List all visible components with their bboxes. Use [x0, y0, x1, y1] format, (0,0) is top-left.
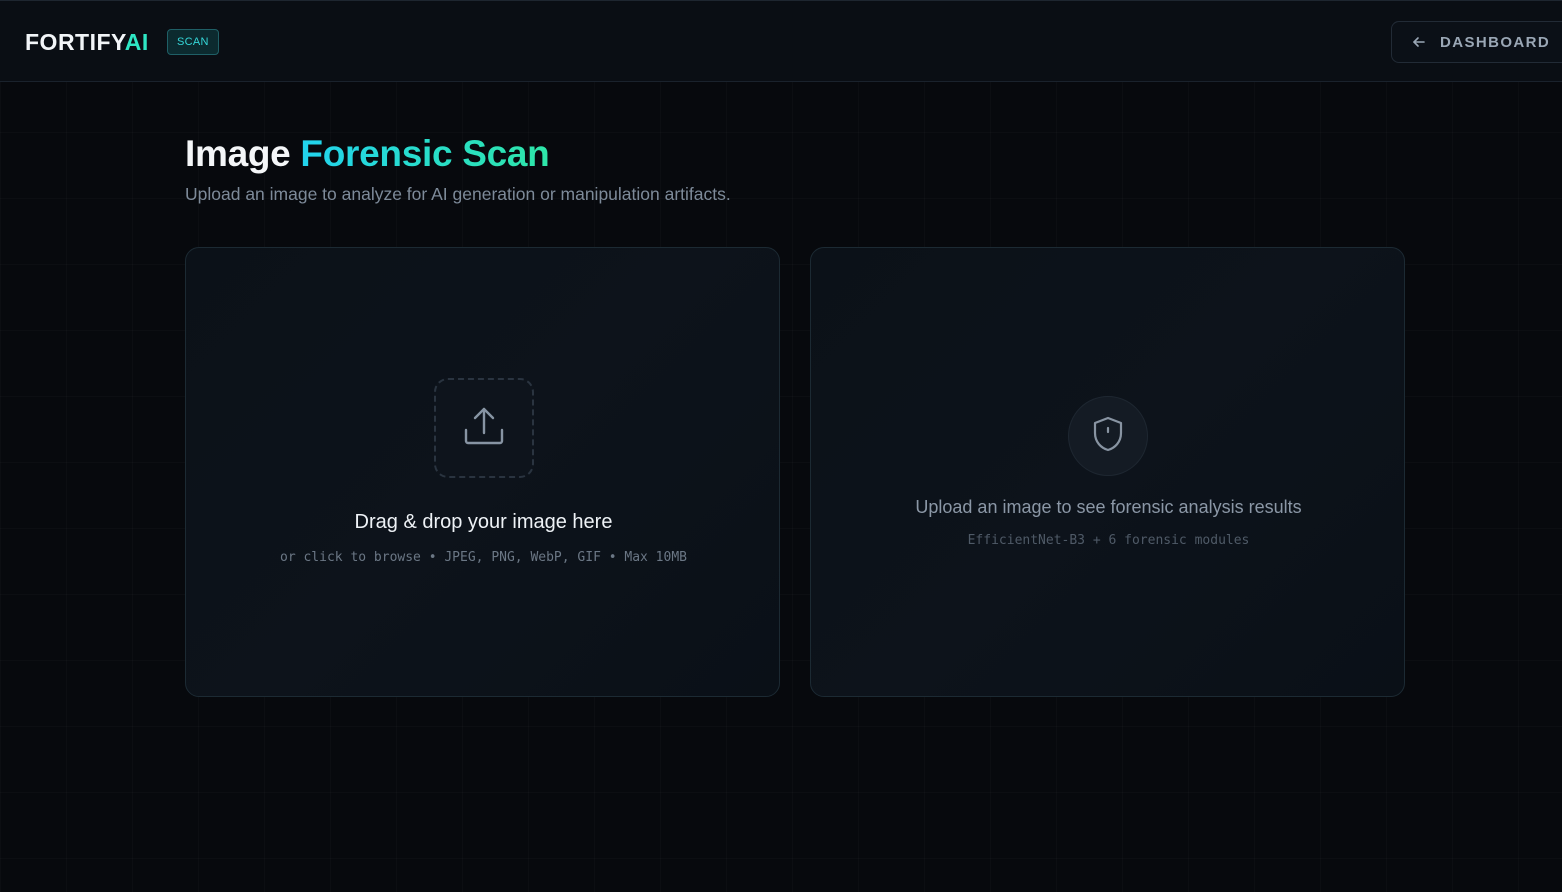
top-navbar: FORTIFYAI SCAN DASHBOARD: [0, 0, 1562, 82]
page-subtitle: Upload an image to analyze for AI genera…: [185, 184, 731, 204]
brand-logo[interactable]: FORTIFYAI: [25, 29, 149, 55]
shield-icon-container: [1068, 396, 1148, 476]
arrow-left-icon: [1412, 35, 1426, 49]
page-title-accent: Forensic Scan: [300, 133, 550, 174]
upload-dropzone[interactable]: Drag & drop your image here or click to …: [185, 247, 780, 697]
brand-name: FORTIFY: [25, 29, 125, 55]
upload-icon-box[interactable]: [434, 378, 534, 478]
dropzone-title: Drag & drop your image here: [354, 511, 613, 533]
results-panel: Upload an image to see forensic analysis…: [810, 247, 1405, 697]
upload-icon: [461, 403, 507, 454]
results-placeholder-title: Upload an image to see forensic analysis…: [915, 497, 1302, 517]
dashboard-button-label: DASHBOARD: [1440, 33, 1551, 51]
brand-name-accent: AI: [124, 29, 149, 55]
scan-badge: SCAN: [167, 29, 219, 55]
page-title-plain: Image: [185, 133, 301, 174]
page-title: Image Forensic Scan: [185, 132, 550, 176]
dashboard-button[interactable]: DASHBOARD: [1391, 21, 1562, 63]
model-info: EfficientNet-B3 + 6 forensic modules: [967, 533, 1250, 548]
dropzone-hint: or click to browse • JPEG, PNG, WebP, GI…: [280, 550, 687, 565]
shield-icon: [1090, 415, 1126, 458]
